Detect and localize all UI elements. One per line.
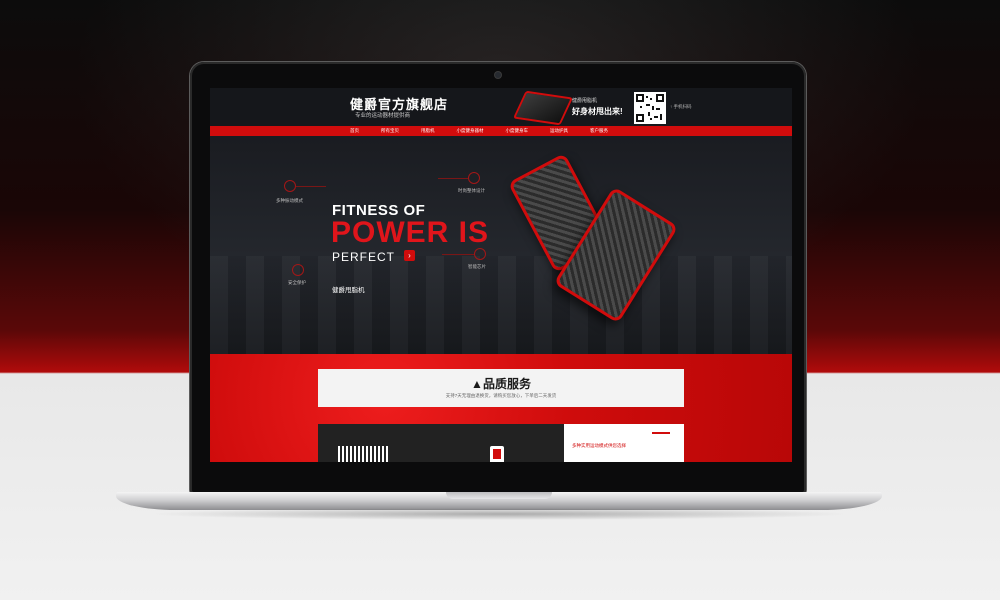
warning-icon: ▲ [471,377,483,391]
nav-item-home[interactable]: 首页 [350,128,359,134]
qr-caption: ↑ 手机扫码 [670,104,692,109]
feature-label: 智能芯片 [468,264,486,269]
hero-banner[interactable]: 多种振动模式 时尚整体设计 安全保护 智能芯片 FITNESS OF POWER… [210,136,792,354]
feature-connector [438,178,468,179]
service-card-dark [318,424,564,462]
browser-screen: 健爵官方旗舰店 专业的运动器材提供商 健爵甩脂机 好身材甩出来! ↑ 手机扫码 [210,88,792,462]
service-card-text: 多种实用运动模式供您选择 [572,443,626,448]
feature-label: 时尚整体设计 [458,188,485,193]
feature-connector [442,254,474,255]
nav-item-fitness-equipment[interactable]: 小度健身器材 [457,128,484,134]
nav-item-fitness-bike[interactable]: 小度健身车 [506,128,529,134]
trackpad-notch [446,492,552,499]
quality-description: 支持7天无理由退换货，请购买您放心，下单后二天发货 [445,393,557,398]
product-thumbnail[interactable] [512,90,574,126]
header-promo-headline[interactable]: 好身材甩出来! [572,106,623,117]
nav-item-customer-service[interactable]: 客户服务 [590,128,608,134]
quality-title: ▲品质服务 [318,375,684,392]
feature-connector [296,186,326,187]
quality-section: ▲品质服务 支持7天无理由退换货，请购买您放心，下单后二天发货 多种实用运动模式… [210,354,792,462]
header-promo-label: 健爵甩脂机 [572,98,598,104]
phone-icon [490,446,504,462]
laptop-display: 健爵官方旗舰店 专业的运动器材提供商 健爵甩脂机 好身材甩出来! ↑ 手机扫码 [190,62,806,494]
hero-arrow-icon[interactable]: › [404,250,415,261]
hero-headline-line3: PERFECT [332,250,396,264]
feature-vibration-icon [284,180,296,192]
store-slogan: 专业的运动器材提供商 [355,113,411,119]
feature-label: 多种振动模式 [276,198,303,203]
feature-design-icon [468,172,480,184]
laptop-shadow [150,508,850,520]
qr-code-icon [634,92,666,124]
hero-headline-line2: POWER IS [331,216,490,249]
webcam [495,72,501,78]
accent-bar [652,432,670,434]
quality-title-text: 品质服务 [482,377,531,391]
feature-label: 安全保护 [288,280,306,285]
nav-item-all-products[interactable]: 所有宝贝 [381,128,399,134]
store-header: 健爵官方旗舰店 专业的运动器材提供商 健爵甩脂机 好身材甩出来! ↑ 手机扫码 [210,88,792,126]
quality-panel: ▲品质服务 支持7天无理由退换货，请购买您放心，下单后二天发货 [318,369,684,407]
feature-safety-icon [292,264,304,276]
nav-item-sports-gear[interactable]: 运动护具 [550,128,568,134]
service-card-light: 多种实用运动模式供您选择 [564,424,684,462]
nav-item-fat-shaker[interactable]: 甩脂机 [421,128,435,134]
hero-product-name: 健爵甩脂机 [332,287,365,294]
store-nav-bar: 首页 所有宝贝 甩脂机 小度健身器材 小度健身车 运动护具 客户服务 [210,126,792,136]
barcode-icon [338,446,388,462]
